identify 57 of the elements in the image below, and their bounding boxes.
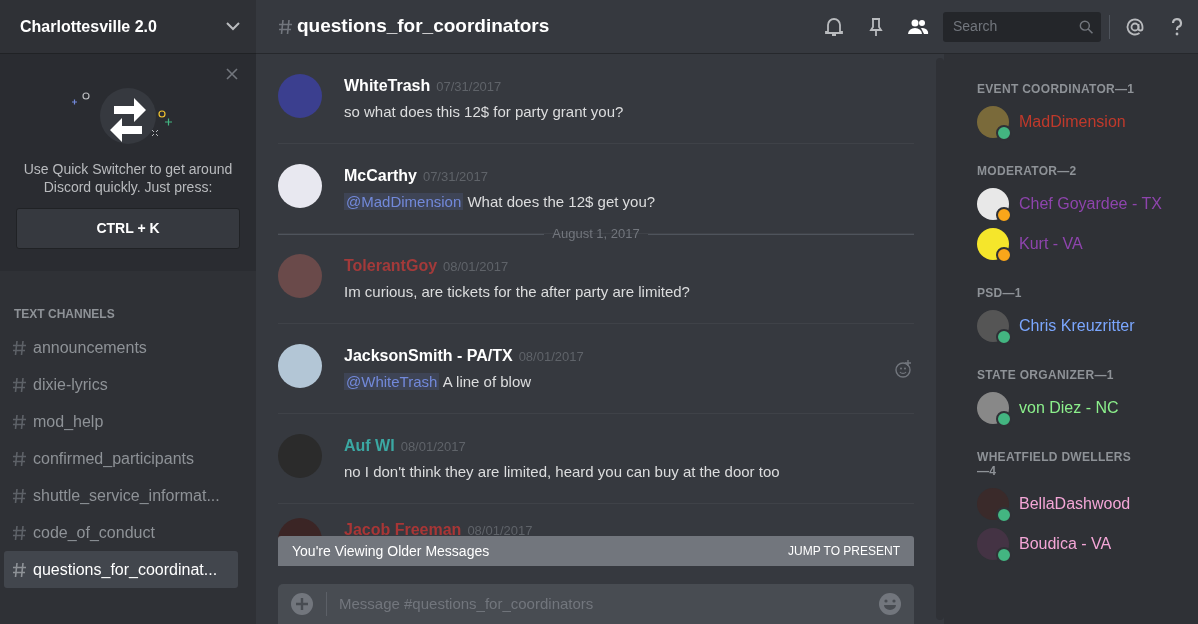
- jump-to-present-button[interactable]: JUMP TO PRESENT: [787, 542, 900, 560]
- channel-item[interactable]: announcements: [4, 329, 238, 366]
- search-icon: [1078, 18, 1093, 35]
- shortcut-button[interactable]: CTRL + K: [16, 208, 240, 249]
- channel-item[interactable]: confirmed_participants: [4, 440, 238, 477]
- channel-item[interactable]: dixie-lyrics: [4, 366, 238, 403]
- message-text: Im curious, are tickets for the after party are limited?: [344, 282, 690, 302]
- server-name: Charlottesville 2.0: [20, 16, 157, 37]
- channel-item[interactable]: mod_help: [4, 403, 238, 440]
- member-name[interactable]: von Diez - NC: [1019, 396, 1119, 420]
- bell-icon[interactable]: [823, 15, 845, 38]
- hash-icon: [12, 339, 27, 356]
- member-name[interactable]: Kurt - VA: [1019, 232, 1083, 256]
- channel-item[interactable]: shuttle_service_informat...: [4, 477, 238, 514]
- message-text: so what does this 12$ for party grant you?: [344, 102, 624, 122]
- add-reaction-icon[interactable]: [894, 358, 914, 379]
- mention-link[interactable]: @MadDimension: [344, 193, 464, 210]
- hash-icon: [12, 450, 27, 467]
- role-heading: MODERATOR—2: [977, 164, 1078, 178]
- search-input[interactable]: Search: [951, 15, 1079, 38]
- avatar: [278, 164, 322, 208]
- author-name[interactable]: McCarthy: [344, 167, 417, 184]
- hash-icon: [12, 524, 27, 541]
- date-divider-label: August 1, 2017: [552, 225, 640, 244]
- member-name[interactable]: Boudica - VA: [1019, 532, 1112, 556]
- message-text: no I don't think they are limited, heard you can buy at the door too: [344, 462, 780, 482]
- avatar: [278, 74, 322, 118]
- message-text: @MadDimension What does the 12$ get you?: [344, 192, 656, 212]
- role-heading: WHEATFIELD DWELLERS—4: [977, 450, 1133, 478]
- role-heading: STATE ORGANIZER—1: [977, 368, 1115, 382]
- member-name[interactable]: Chris Kreuzritter: [1019, 314, 1135, 338]
- chevron-down-icon[interactable]: [226, 22, 240, 31]
- channel-title: questions_for_coordinators: [297, 14, 551, 39]
- member-name[interactable]: MadDimension: [1019, 110, 1126, 134]
- hash-icon: [278, 18, 293, 35]
- role-heading: EVENT COORDINATOR—1: [977, 82, 1136, 96]
- avatar: [278, 254, 322, 298]
- author-name[interactable]: JacksonSmith - PA/TX: [344, 347, 513, 364]
- message-text: @WhiteTrash A line of blow: [344, 372, 533, 392]
- hash-icon: [12, 413, 27, 430]
- search-field[interactable]: Search: [943, 11, 1101, 42]
- channel-item[interactable]: questions_for_coordinat...: [4, 551, 238, 588]
- hash-icon: [12, 487, 27, 504]
- hash-icon: [12, 561, 27, 578]
- mention-link[interactable]: @WhiteTrash: [344, 373, 440, 390]
- role-heading: PSD—1: [977, 286, 1023, 300]
- hash-icon: [12, 376, 27, 393]
- member-name[interactable]: BellaDashwood: [1019, 492, 1131, 516]
- channel-item[interactable]: code_of_conduct: [4, 514, 238, 551]
- avatar: [278, 344, 322, 388]
- close-icon[interactable]: [226, 68, 238, 80]
- banner-text: You're Viewing Older Messages: [292, 541, 490, 561]
- author-name[interactable]: Auf WI: [344, 437, 395, 454]
- category-label: TEXT CHANNELS: [13, 306, 116, 323]
- author-name[interactable]: WhiteTrash: [344, 77, 431, 94]
- quick-switcher-hint: Use Quick Switcher to get around Discord quickly. Just press:: [22, 160, 234, 196]
- member-name[interactable]: Chef Goyardee - TX: [1019, 192, 1162, 216]
